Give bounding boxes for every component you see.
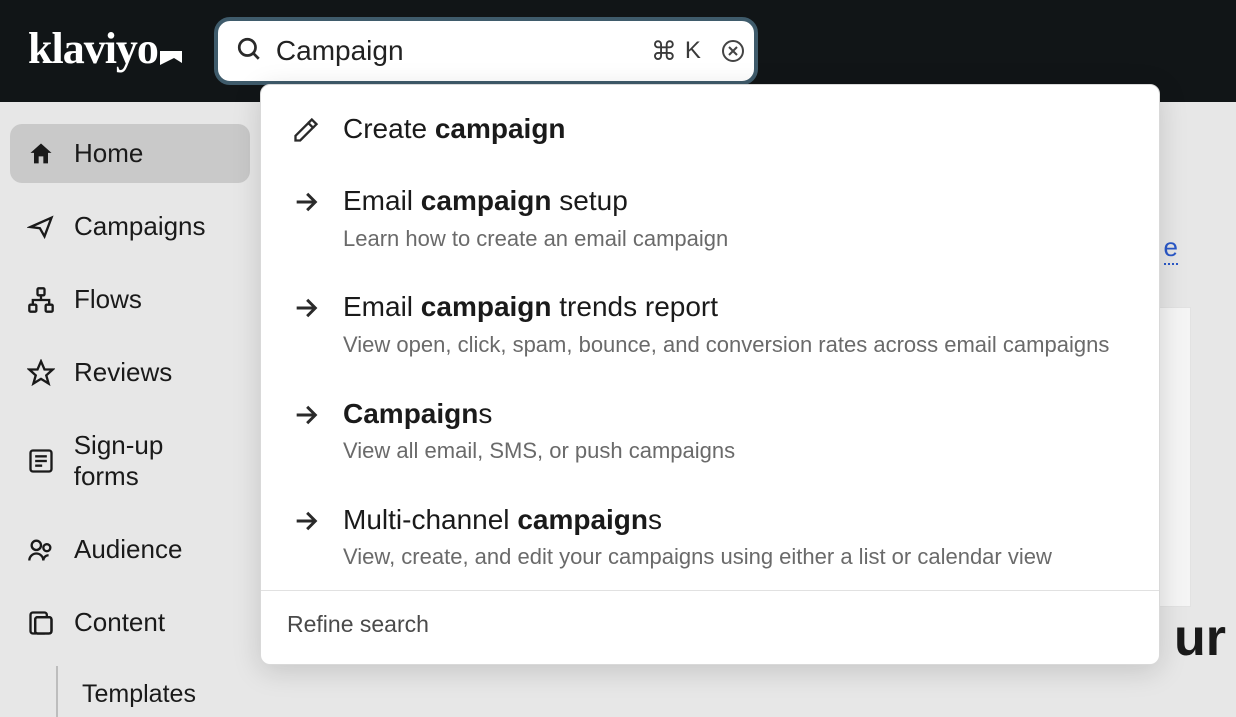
result-title: Email campaign trends report bbox=[343, 289, 1129, 325]
refine-search-section[interactable]: Refine search bbox=[261, 590, 1159, 664]
brand-logo: klaviyo bbox=[28, 23, 182, 80]
shortcut-cmd: ⌘ bbox=[651, 36, 677, 67]
star-icon bbox=[26, 358, 56, 388]
shortcut-key: K bbox=[685, 37, 701, 65]
arrow-right-icon bbox=[291, 400, 321, 430]
search-box[interactable]: ⌘ K bbox=[214, 17, 758, 85]
sidebar-item-content[interactable]: Content bbox=[10, 593, 250, 652]
result-title: Multi-channel campaigns bbox=[343, 502, 1129, 538]
content-icon bbox=[26, 608, 56, 638]
result-desc: View all email, SMS, or push campaigns bbox=[343, 436, 1129, 466]
sidebar: Home Campaigns Flows Reviews Sign-up for… bbox=[0, 102, 260, 717]
flows-icon bbox=[26, 285, 56, 315]
sidebar-item-label: Flows bbox=[74, 284, 142, 315]
result-campaigns[interactable]: Campaigns View all email, SMS, or push c… bbox=[261, 378, 1159, 484]
result-title: Campaigns bbox=[343, 396, 1129, 432]
sidebar-item-signup-forms[interactable]: Sign-up forms bbox=[10, 416, 250, 506]
result-title: Create campaign bbox=[343, 111, 1129, 147]
sidebar-subnav: Templates bbox=[56, 666, 250, 717]
background-headline-fragment: ur bbox=[1174, 608, 1226, 668]
sidebar-item-home[interactable]: Home bbox=[10, 124, 250, 183]
sidebar-subitem-templates[interactable]: Templates bbox=[82, 672, 250, 717]
global-search: ⌘ K bbox=[214, 17, 758, 85]
sidebar-item-label: Campaigns bbox=[74, 211, 206, 242]
result-email-campaign-trends[interactable]: Email campaign trends report View open, … bbox=[261, 271, 1159, 377]
result-multi-channel-campaigns[interactable]: Multi-channel campaigns View, create, an… bbox=[261, 484, 1159, 590]
result-desc: View, create, and edit your campaigns us… bbox=[343, 542, 1129, 572]
sidebar-item-reviews[interactable]: Reviews bbox=[10, 343, 250, 402]
result-desc: Learn how to create an email campaign bbox=[343, 224, 1129, 254]
background-link-fragment: e bbox=[1164, 232, 1178, 265]
brand-flag-icon bbox=[160, 29, 182, 80]
sidebar-item-label: Audience bbox=[74, 534, 182, 565]
result-email-campaign-setup[interactable]: Email campaign setup Learn how to create… bbox=[261, 165, 1159, 271]
sidebar-item-campaigns[interactable]: Campaigns bbox=[10, 197, 250, 256]
sidebar-item-flows[interactable]: Flows bbox=[10, 270, 250, 329]
search-input[interactable] bbox=[276, 35, 637, 67]
result-title: Email campaign setup bbox=[343, 183, 1129, 219]
pencil-icon bbox=[291, 115, 321, 145]
sidebar-item-audience[interactable]: Audience bbox=[10, 520, 250, 579]
search-icon bbox=[236, 36, 262, 67]
sidebar-item-label: Home bbox=[74, 138, 143, 169]
sidebar-item-label: Reviews bbox=[74, 357, 172, 388]
form-icon bbox=[26, 446, 56, 476]
result-create-campaign[interactable]: Create campaign bbox=[261, 85, 1159, 165]
people-icon bbox=[26, 535, 56, 565]
arrow-right-icon bbox=[291, 506, 321, 536]
send-icon bbox=[26, 212, 56, 242]
arrow-right-icon bbox=[291, 187, 321, 217]
search-shortcut: ⌘ K bbox=[651, 36, 701, 67]
sidebar-item-label: Sign-up forms bbox=[74, 430, 234, 492]
sidebar-item-label: Content bbox=[74, 607, 165, 638]
result-desc: View open, click, spam, bounce, and conv… bbox=[343, 330, 1129, 360]
arrow-right-icon bbox=[291, 293, 321, 323]
brand-name: klaviyo bbox=[28, 23, 158, 74]
search-results-dropdown: Create campaign Email campaign setup Lea… bbox=[260, 84, 1160, 665]
home-icon bbox=[26, 139, 56, 169]
clear-search-button[interactable] bbox=[721, 39, 745, 63]
